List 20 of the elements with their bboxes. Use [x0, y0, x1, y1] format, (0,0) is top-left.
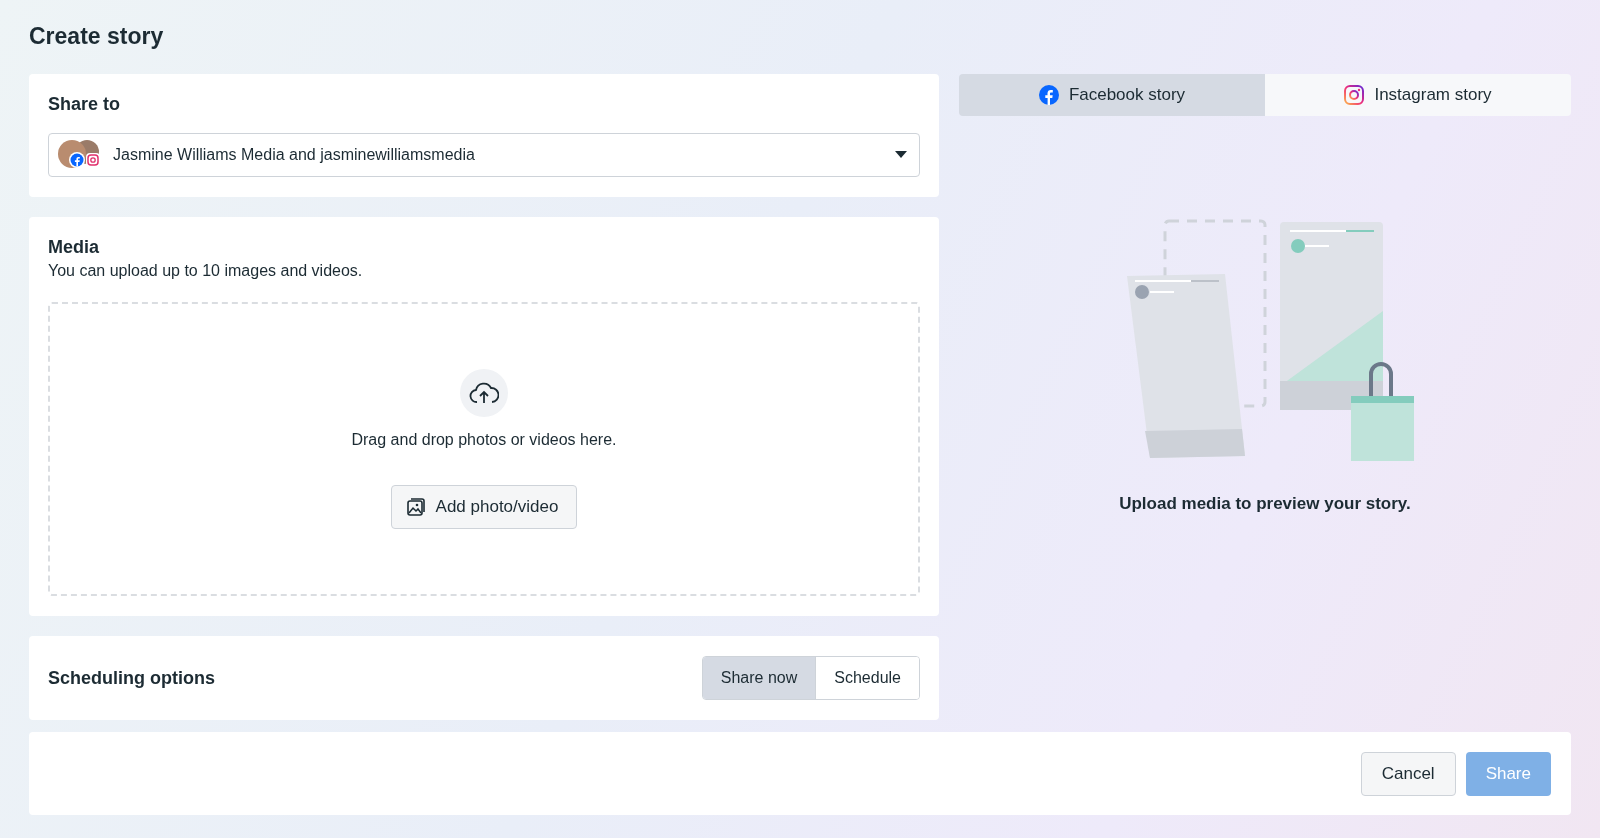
- cancel-button[interactable]: Cancel: [1360, 751, 1456, 796]
- drop-instructions: Drag and drop photos or videos here.: [351, 431, 617, 449]
- media-hint: You can upload up to 10 images and videos.: [48, 262, 364, 280]
- section-heading: Share to: [48, 94, 122, 115]
- story-tab[interactable]: Instagram story: [1265, 74, 1571, 116]
- facebook-icon: [1038, 85, 1059, 105]
- schedule-option[interactable]: Schedule: [815, 657, 919, 699]
- page-title: Create story: [29, 22, 165, 51]
- preview-message: Upload media to preview your story.: [1119, 494, 1411, 514]
- upload-icon: [460, 369, 508, 417]
- section-heading: Media: [48, 237, 100, 258]
- add-photo-video-button[interactable]: Add photo/video: [390, 485, 578, 529]
- story-tab[interactable]: Facebook story: [959, 74, 1265, 116]
- instagram-icon: [1344, 85, 1365, 105]
- schedule-option[interactable]: Share now: [702, 657, 816, 699]
- section-heading: Scheduling options: [48, 667, 215, 689]
- image-icon: [405, 497, 426, 517]
- account-dropdown[interactable]: Jasmine Williams Media and jasminewilliamsmedia: [48, 133, 920, 177]
- caret-icon: [895, 151, 907, 159]
- drop-zone[interactable]: Drag and drop photos or videos here. Add photo/video: [48, 302, 920, 596]
